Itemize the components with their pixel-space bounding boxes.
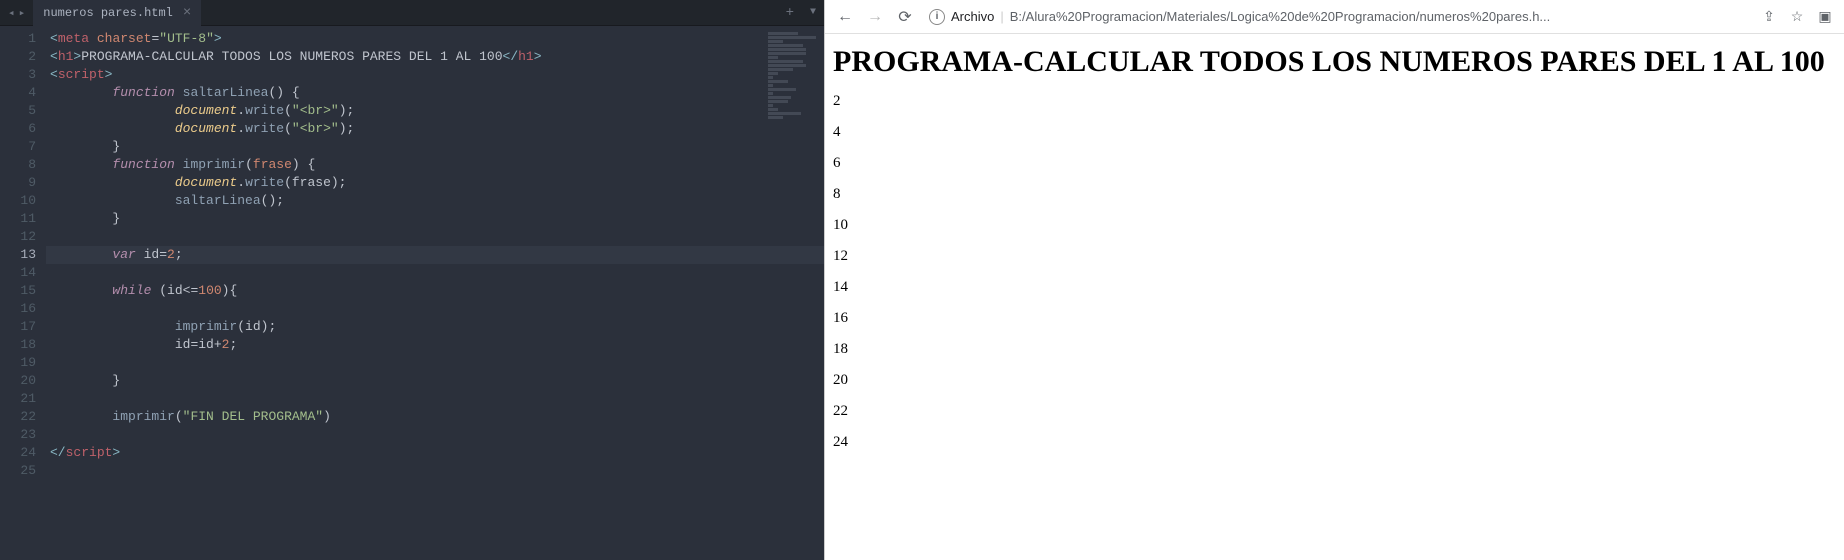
code-line[interactable]: <meta charset="UTF-8"> [46,30,824,48]
code-line[interactable]: document.write("<br>"); [46,102,824,120]
code-line[interactable]: function saltarLinea() { [46,84,824,102]
code-line[interactable]: document.write("<br>"); [46,120,824,138]
code-line[interactable]: var id=2; [46,246,824,264]
close-icon[interactable]: × [183,6,191,20]
tab-history-nav: ◂ ▸ [0,6,33,20]
output-number: 2 [833,93,1836,110]
code-line[interactable]: document.write(frase); [46,174,824,192]
line-number: 14 [0,264,36,282]
line-number: 13 [0,246,36,264]
line-number: 17 [0,318,36,336]
line-number: 20 [0,372,36,390]
code-line[interactable]: <h1>PROGRAMA-CALCULAR TODOS LOS NUMEROS … [46,48,824,66]
bookmark-star-icon[interactable]: ☆ [1786,6,1808,28]
code-line[interactable]: id=id+2; [46,336,824,354]
site-info-icon[interactable]: i [929,9,945,25]
output-number: 12 [833,248,1836,265]
line-number: 10 [0,192,36,210]
line-number: 9 [0,174,36,192]
output-number: 20 [833,372,1836,389]
code-line[interactable]: } [46,138,824,156]
address-bar[interactable]: i Archivo | B:/Alura%20Programacion/Mate… [923,9,1752,25]
code-line[interactable] [46,228,824,246]
line-number: 18 [0,336,36,354]
line-number: 21 [0,390,36,408]
code-line[interactable] [46,354,824,372]
output-number: 16 [833,310,1836,327]
code-line[interactable]: imprimir("FIN DEL PROGRAMA") [46,408,824,426]
tab-bar: ◂ ▸ numeros pares.html × + ▼ [0,0,824,26]
line-number: 15 [0,282,36,300]
tab-back-icon[interactable]: ◂ [6,6,17,20]
line-number: 6 [0,120,36,138]
extension-icon[interactable]: ▣ [1814,6,1836,28]
output-number: 10 [833,217,1836,234]
line-number: 24 [0,444,36,462]
browser-pane: ← → ⟳ i Archivo | B:/Alura%20Programacio… [824,0,1844,560]
line-number: 1 [0,30,36,48]
forward-button[interactable]: → [863,5,887,29]
code-area[interactable]: <meta charset="UTF-8"><h1>PROGRAMA-CALCU… [46,26,824,560]
code-line[interactable]: saltarLinea(); [46,192,824,210]
addr-url: B:/Alura%20Programacion/Materiales/Logic… [1010,9,1551,24]
code-line[interactable] [46,426,824,444]
output-number: 4 [833,124,1836,141]
code-line[interactable] [46,462,824,480]
line-number: 2 [0,48,36,66]
file-tab[interactable]: numeros pares.html × [33,0,201,26]
browser-toolbar: ← → ⟳ i Archivo | B:/Alura%20Programacio… [825,0,1844,34]
code-line[interactable]: } [46,210,824,228]
output-number: 6 [833,155,1836,172]
line-number: 5 [0,102,36,120]
code-line[interactable] [46,264,824,282]
line-number: 19 [0,354,36,372]
line-number: 3 [0,66,36,84]
line-number: 11 [0,210,36,228]
line-number: 8 [0,156,36,174]
line-number: 16 [0,300,36,318]
back-button[interactable]: ← [833,5,857,29]
numbers-list: 24681012141618202224 [833,93,1836,451]
code-line[interactable] [46,300,824,318]
line-number: 4 [0,84,36,102]
line-number: 25 [0,462,36,480]
line-number: 23 [0,426,36,444]
line-number: 7 [0,138,36,156]
addr-separator: | [1000,9,1003,24]
file-tab-title: numeros pares.html [43,6,173,20]
output-number: 18 [833,341,1836,358]
add-tab-button[interactable]: + [778,5,802,21]
editor-pane: ◂ ▸ numeros pares.html × + ▼ 12345678910… [0,0,824,560]
addr-scheme-label: Archivo [951,9,994,24]
reload-button[interactable]: ⟳ [893,5,917,29]
line-gutter: 1234567891011121314151617181920212223242… [0,26,46,560]
page-content: PROGRAMA-CALCULAR TODOS LOS NUMEROS PARE… [825,34,1844,560]
code-line[interactable]: function imprimir(frase) { [46,156,824,174]
code-line[interactable]: imprimir(id); [46,318,824,336]
share-icon[interactable]: ⇪ [1758,6,1780,28]
output-number: 8 [833,186,1836,203]
tab-overflow-icon[interactable]: ▼ [802,7,824,18]
line-number: 22 [0,408,36,426]
tab-forward-icon[interactable]: ▸ [17,6,28,20]
output-number: 14 [833,279,1836,296]
output-number: 24 [833,434,1836,451]
code-line[interactable] [46,390,824,408]
line-number: 12 [0,228,36,246]
code-line[interactable]: </script> [46,444,824,462]
app-root: ◂ ▸ numeros pares.html × + ▼ 12345678910… [0,0,1844,560]
code-line[interactable]: while (id<=100){ [46,282,824,300]
code-line[interactable]: } [46,372,824,390]
code-line[interactable]: <script> [46,66,824,84]
editor-body[interactable]: 1234567891011121314151617181920212223242… [0,26,824,560]
minimap[interactable] [768,32,818,122]
output-number: 22 [833,403,1836,420]
page-heading: PROGRAMA-CALCULAR TODOS LOS NUMEROS PARE… [833,44,1836,79]
